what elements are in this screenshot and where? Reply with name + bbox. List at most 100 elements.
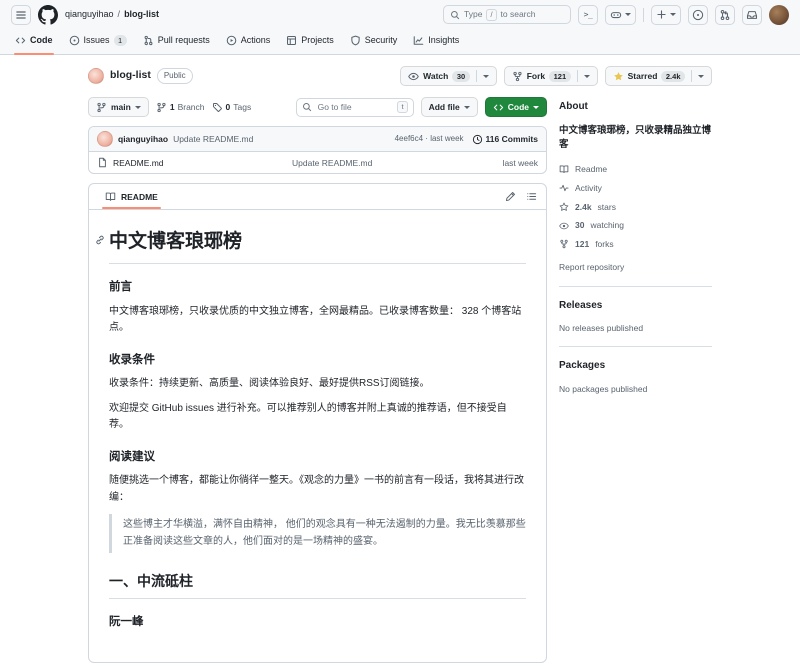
commit-history-link[interactable]: 116 Commits [472,133,538,145]
file-commit-time: last week [502,157,538,168]
issue-opened-icon [692,9,704,20]
section-heading: 收录条件 [109,353,155,366]
packages-heading[interactable]: Packages [559,359,712,374]
breadcrumb-separator: / [117,8,121,19]
star-label: Starred [627,70,658,81]
hamburger-menu-button[interactable] [11,4,31,25]
blockquote: 这些博主才华横溢，满怀自由精神， 他们的观念具有一种无法遏制的力量。我无比羡慕那… [109,514,526,554]
outline-button[interactable] [526,191,537,202]
copilot-icon [610,11,622,18]
paragraph: 欢迎提交 GitHub issues 进行补充。可以推荐别人的博客并附上真诚的推… [109,402,507,431]
watch-button[interactable]: Watch 30 [400,66,497,87]
issues-dashboard-button[interactable] [688,4,708,25]
repo-fork-icon [560,240,568,249]
code-icon [493,104,503,110]
chevron-down-icon[interactable] [482,74,489,81]
go-to-file-field[interactable] [315,99,394,115]
chevron-down-icon [463,105,470,112]
repo-title[interactable]: blog-list [110,68,151,83]
tab-projects[interactable]: Projects [279,29,341,54]
t-key-hint: t [397,101,408,114]
file-name-cell[interactable]: README.md [97,157,292,169]
latest-commit-bar[interactable]: qianguyihao Update README.md 4eef6c4 · l… [89,127,546,153]
star-icon [559,202,569,211]
edit-readme-button[interactable] [505,191,516,202]
tab-actions[interactable]: Actions [219,29,278,54]
search-placeholder-post: to search [500,9,536,20]
fork-button[interactable]: Fork 121 [503,66,598,87]
sidebar-divider [559,346,712,348]
branch-selector-button[interactable]: main [88,97,149,118]
section-heading: 阅读建议 [109,450,155,463]
paragraph: 随便挑选一个博客，都能让你徜徉一整天。《观念的力量》一书的前言有一段话，我将其进… [109,475,524,503]
readme-title-text: 中文博客琅琊榜 [109,231,243,253]
file-list-card: qianguyihao Update README.md 4eef6c4 · l… [88,126,547,175]
list-item-readme[interactable]: Readme [559,163,712,175]
list-item-forks[interactable]: 121 forks [559,238,712,250]
global-search-input[interactable]: Type / to search [443,5,571,24]
tab-security[interactable]: Security [343,29,405,54]
tab-readme[interactable]: README [98,184,165,210]
releases-section: Releases No releases published [559,299,712,335]
code-download-button[interactable]: Code [484,97,547,118]
repo-page: blog-list Public Watch 30 Fork 121 Starr… [0,55,800,663]
file-commit-message[interactable]: Update README.md [292,157,503,169]
copilot-button[interactable] [605,4,636,25]
git-pull-request-icon [144,35,153,46]
tab-code[interactable]: Code [8,29,60,56]
breadcrumb-owner[interactable]: qianguyihao [65,8,114,21]
header-divider [643,7,644,22]
add-file-button[interactable]: Add file [420,97,478,118]
go-to-file-input[interactable]: t [295,97,414,117]
tab-insights[interactable]: Insights [406,29,466,54]
create-new-button[interactable] [651,4,681,25]
breadcrumb-repo[interactable]: blog-list [124,8,159,21]
chevron-down-icon [670,13,676,19]
star-button[interactable]: Starred 2.4k [604,66,712,87]
chevron-down-icon[interactable] [698,74,704,81]
commit-sha-time[interactable]: 4eef6c4 · last week [395,133,464,145]
branches-link[interactable]: 1 Branch [156,101,205,113]
list-item-activity[interactable]: Activity [559,182,712,194]
file-name[interactable]: README.md [113,157,164,169]
code-icon [15,37,26,44]
repo-actions: Watch 30 Fork 121 Starred 2.4k [400,66,712,87]
tags-link[interactable]: 0 Tags [212,101,252,113]
terminal-icon: >_ [583,9,593,19]
commit-author-avatar[interactable] [97,131,113,148]
tab-pull-requests[interactable]: Pull requests [136,29,217,54]
star-filled-icon [613,71,623,80]
tab-issues[interactable]: Issues 1 [62,29,134,54]
search-icon [302,103,311,112]
pulse-icon [559,184,569,192]
watch-label: Watch [423,70,449,81]
tags-count: 0 [225,101,231,112]
list-item-stars[interactable]: 2.4k stars [559,201,712,213]
search-placeholder-pre: Type [464,9,483,20]
tags-label: Tags [233,101,252,112]
tab-label: Projects [301,35,334,45]
commit-message[interactable]: Update README.md [173,133,253,145]
list-item-watching[interactable]: 30 watching [559,219,712,231]
releases-heading[interactable]: Releases [559,299,712,314]
chevron-down-icon [533,105,539,112]
tag-icon [212,102,222,112]
star-count: 2.4k [661,70,685,82]
pull-requests-dashboard-button[interactable] [715,4,735,25]
user-avatar[interactable] [769,4,789,25]
chevron-down-icon[interactable] [583,74,590,81]
report-repository-link[interactable]: Report repository [559,261,624,273]
git-branch-icon [97,102,106,112]
packages-section: Packages No packages published [559,359,712,395]
inbox-icon [746,10,758,19]
command-palette-button[interactable]: >_ [578,4,598,25]
stat-label: Activity [575,182,602,193]
repo-owner-avatar[interactable] [88,68,104,85]
table-row[interactable]: README.md Update README.md last week [89,152,546,173]
slash-key-hint: / [486,8,497,21]
inbox-button[interactable] [742,4,762,25]
link-icon[interactable] [95,235,105,245]
commit-history-label: 116 Commits [485,133,538,144]
github-logo[interactable] [38,4,58,25]
commit-author[interactable]: qianguyihao [118,133,168,145]
